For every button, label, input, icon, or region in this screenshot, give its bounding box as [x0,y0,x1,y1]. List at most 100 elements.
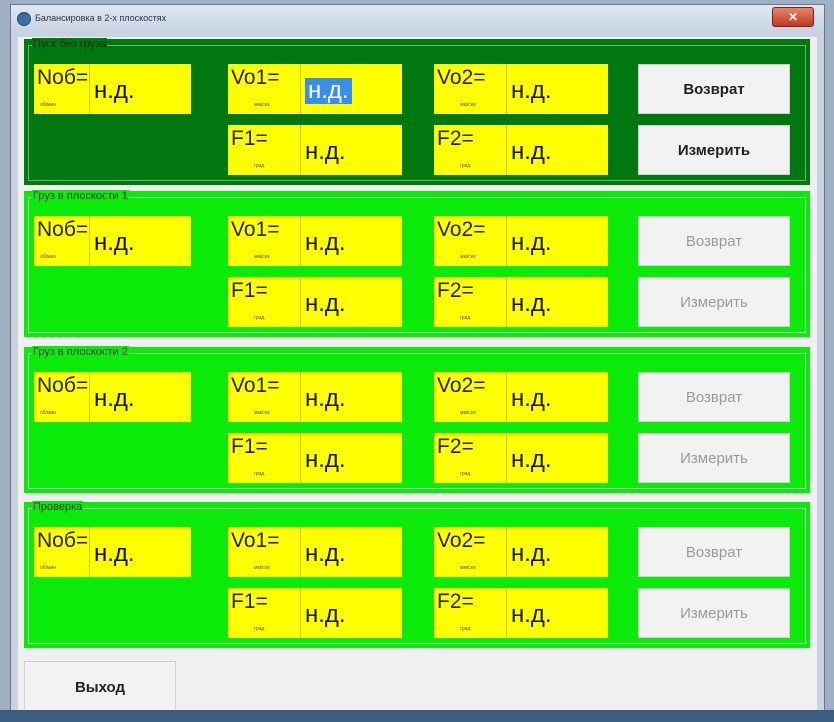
taskbar [0,710,834,722]
f1-value-field[interactable]: н.д. [300,588,402,638]
return-button[interactable]: Возврат [638,372,790,422]
f2-value-field[interactable]: н.д. [506,125,608,175]
measure-button[interactable]: Измерить [638,588,790,638]
panel-title: Проверка [32,501,84,513]
vo1-value: н.д. [305,229,346,256]
n-value: н.д. [94,229,135,256]
f2-value: н.д. [511,446,552,473]
vo1-value: н.д. [305,385,346,412]
f2-value: н.д. [511,601,552,628]
vo2-value: н.д. [511,385,552,412]
n-value: н.д. [94,385,135,412]
n-unit: об/мин [40,410,57,416]
f1-value-field[interactable]: н.д. [300,277,402,327]
vo1-value-field[interactable]: н.д. [300,372,402,422]
n-value-field[interactable]: н.д. [89,527,191,577]
f1-value-field[interactable]: н.д. [300,125,402,175]
n-label-box: Nоб= об/мин [34,372,89,422]
panel-title: Пуск без груза [32,38,108,50]
f1-label: F1= [231,590,268,613]
return-button[interactable]: Возврат [638,527,790,577]
f2-value-field[interactable]: н.д. [506,588,608,638]
vo1-unit: мм/сек [254,102,270,108]
f2-unit: град [460,626,471,632]
f2-label-box: F2= град [434,125,506,175]
vo1-value-field[interactable]: н.д. [300,527,402,577]
close-button[interactable]: ✕ [772,7,814,27]
vo2-value-field[interactable]: н.д. [506,527,608,577]
f1-label: F1= [231,279,268,302]
n-unit: об/мин [40,254,57,260]
app-window: Балансировка в 2-х плоскостях ✕ Пуск без… [10,4,825,722]
f2-label-box: F2= град [434,277,506,327]
n-value: н.д. [94,540,135,567]
n-value-field[interactable]: н.д. [89,64,191,114]
f2-label: F2= [437,127,474,150]
f1-label: F1= [231,435,268,458]
client-area: Пуск без груза Nоб= об/мин н.д. Vo1= мм/… [18,37,817,717]
vo1-label-box: Vo1= мм/сек [228,372,300,422]
vo2-value-field[interactable]: н.д. [506,216,608,266]
vo2-unit: мм/сек [460,565,476,571]
f1-value: н.д. [305,138,346,165]
vo2-label-box: Vo2= мм/сек [434,216,506,266]
vo2-value-field[interactable]: н.д. [506,372,608,422]
vo1-label-box: Vo1= мм/сек [228,216,300,266]
f1-value: н.д. [305,601,346,628]
vo1-unit: мм/сек [254,410,270,416]
return-button[interactable]: Возврат [638,64,790,114]
vo2-value: н.д. [511,229,552,256]
f2-label: F2= [437,435,474,458]
vo2-unit: мм/сек [460,102,476,108]
vo1-value: н.д. [305,540,346,567]
f1-unit: град [254,315,265,321]
f1-label-box: F1= град [228,277,300,327]
panel-start-no-weight: Пуск без груза Nоб= об/мин н.д. Vo1= мм/… [24,38,810,185]
vo2-value: н.д. [511,540,552,567]
vo1-label: Vo1= [231,218,280,241]
f2-value: н.д. [511,290,552,317]
measure-button[interactable]: Измерить [638,125,790,175]
n-unit: об/мин [40,565,57,571]
n-label-box: Nоб= об/мин [34,64,89,114]
vo1-label: Vo1= [231,529,280,552]
window-title: Балансировка в 2-х плоскостях [35,13,167,23]
exit-button[interactable]: Выход [24,661,176,713]
title-bar[interactable]: Балансировка в 2-х плоскостях ✕ [11,5,824,33]
vo2-label-box: Vo2= мм/сек [434,372,506,422]
n-label: Nоб= [37,529,89,552]
n-value-field[interactable]: н.д. [89,216,191,266]
vo2-value-field[interactable]: н.д. [506,64,608,114]
f2-unit: град [460,471,471,477]
vo2-value: н.д. [511,77,552,104]
f1-value: н.д. [305,446,346,473]
measure-button[interactable]: Измерить [638,277,790,327]
vo1-unit: мм/сек [254,254,270,260]
f1-unit: град [254,626,265,632]
f1-value: н.д. [305,290,346,317]
vo2-label: Vo2= [437,218,486,241]
f1-value-field[interactable]: н.д. [300,433,402,483]
vo1-value-field[interactable]: н.д. [300,64,402,114]
return-button[interactable]: Возврат [638,216,790,266]
vo1-unit: мм/сек [254,565,270,571]
vo1-label-box: Vo1= мм/сек [228,527,300,577]
measure-button[interactable]: Измерить [638,433,790,483]
n-value-field[interactable]: н.д. [89,372,191,422]
f2-unit: град [460,163,471,169]
panel-weight-plane-1: Груз в плоскости 1 Nоб= об/мин н.д. Vo1=… [24,190,810,337]
n-label: Nоб= [37,66,89,89]
vo2-label: Vo2= [437,529,486,552]
n-label: Nоб= [37,374,89,397]
n-unit: об/мин [40,102,57,108]
vo2-unit: мм/сек [460,254,476,260]
n-label-box: Nоб= об/мин [34,527,89,577]
app-icon [17,12,31,26]
vo1-value-field[interactable]: н.д. [300,216,402,266]
f2-value-field[interactable]: н.д. [506,433,608,483]
f2-value-field[interactable]: н.д. [506,277,608,327]
f1-label-box: F1= град [228,433,300,483]
f2-label: F2= [437,590,474,613]
vo1-label-box: Vo1= мм/сек [228,64,300,114]
vo2-label-box: Vo2= мм/сек [434,64,506,114]
